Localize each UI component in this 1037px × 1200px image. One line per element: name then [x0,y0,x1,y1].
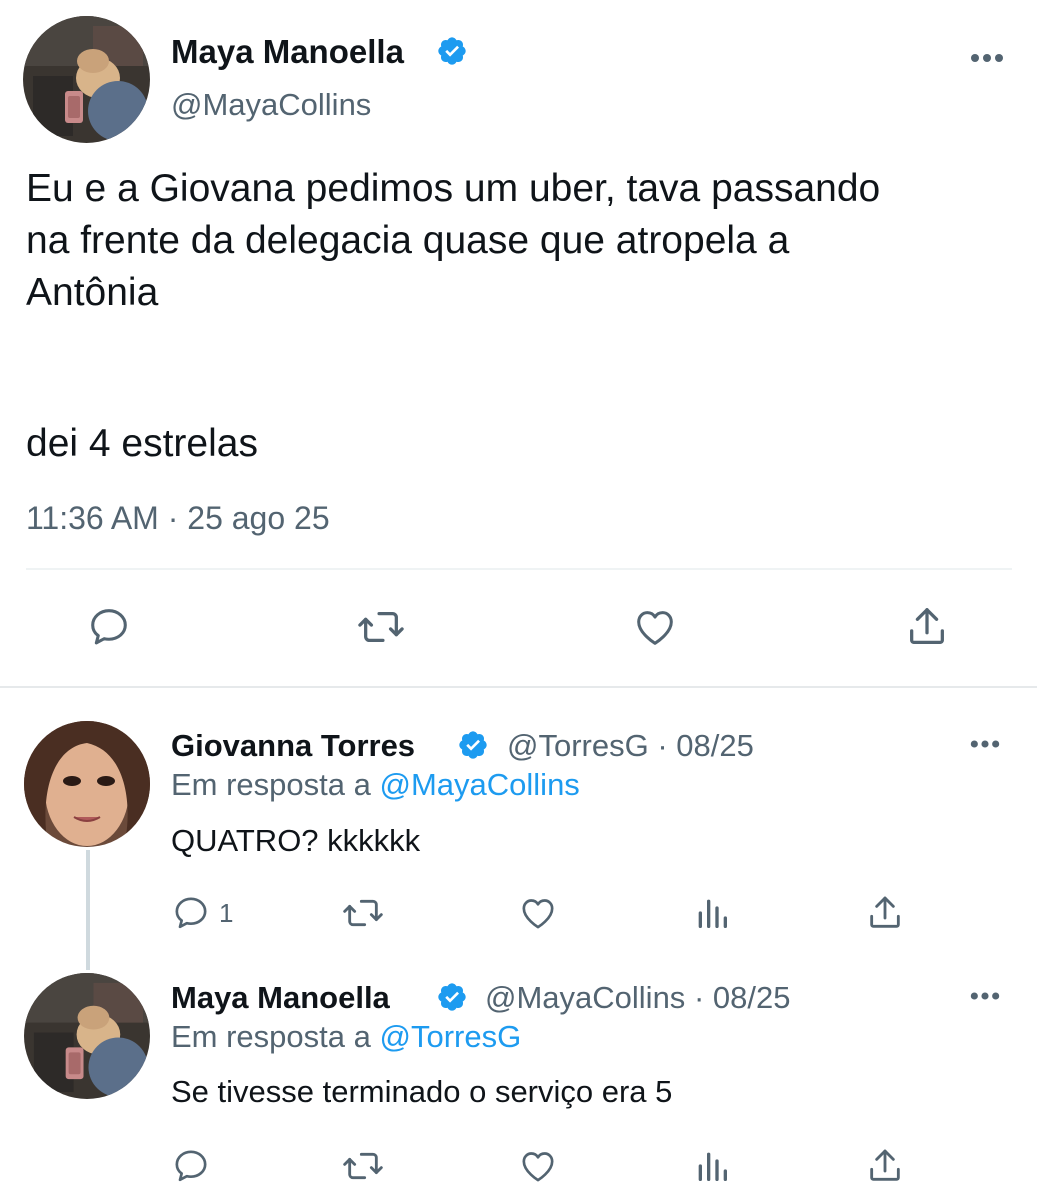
like-button[interactable] [518,1146,558,1186]
share-icon [865,893,905,933]
reply-context: Em resposta a @MayaCollins [171,767,580,803]
like-icon [518,893,558,933]
share-button[interactable] [865,893,905,933]
reply-prefix: Em resposta a [171,1019,371,1054]
retweet-button[interactable] [341,1146,385,1186]
more-options-icon[interactable] [969,989,1005,1001]
reply-mention[interactable]: @TorresG [380,1019,522,1054]
analytics-button[interactable] [692,893,732,933]
author-name[interactable]: Maya Manoella [171,980,390,1016]
share-button[interactable] [904,604,950,650]
tweet-text: Eu e a Giovana pedimos um uber, tava pas… [26,163,1026,319]
retweet-icon [341,1146,385,1186]
reply-date[interactable]: · 08/25 [657,728,754,763]
retweet-icon [341,893,385,933]
reply-date[interactable]: · 08/25 [694,980,791,1015]
reply-prefix: Em resposta a [171,767,371,802]
verified-badge-icon [457,729,489,766]
tweet-text-line: na frente da delegacia quase que atropel… [26,219,790,262]
main-tweet: Maya Manoella @MayaCollins Eu e a Giovan… [0,0,1037,688]
more-options-icon[interactable] [969,51,1005,63]
section-divider [0,686,1037,688]
like-icon [632,604,678,650]
like-icon [518,1146,558,1186]
reply-button[interactable] [171,1146,211,1186]
analytics-icon [692,893,732,933]
retweet-button[interactable] [341,893,385,933]
reply-button[interactable] [86,604,132,650]
analytics-button[interactable] [692,1146,732,1186]
author-name[interactable]: Maya Manoella [171,33,404,71]
avatar-giovanna[interactable] [24,721,150,847]
author-handle[interactable]: @MayaCollins [171,87,371,123]
reply-count: 1 [219,897,234,928]
reply-meta: @MayaCollins · 08/25 [485,980,790,1016]
like-button[interactable] [518,893,558,933]
tweet-text-line: Eu e a Giovana pedimos um uber, tava pas… [26,167,881,210]
analytics-icon [692,1146,732,1186]
author-handle[interactable]: @MayaCollins [485,980,685,1015]
reply-text: QUATRO? kkkkkk [171,823,421,858]
tweet-timestamp[interactable]: 11:36 AM · 25 ago 25 [26,500,330,537]
divider [26,568,1012,570]
share-button[interactable] [865,1146,905,1186]
tweet-text-line: Antônia [26,271,159,314]
reply-context: Em resposta a @TorresG [171,1019,521,1055]
verified-badge-icon [436,981,468,1018]
author-name[interactable]: Giovanna Torres [171,728,415,764]
verified-badge-icon [436,35,468,72]
reply-icon [171,893,211,933]
reply-meta: @TorresG · 08/25 [507,728,754,764]
reply-icon [86,604,132,650]
avatar-maya[interactable] [23,16,150,143]
reply-text: Se tivesse terminado o serviço era 5 [171,1074,673,1109]
reply-icon [171,1146,211,1186]
avatar-maya[interactable] [24,973,150,1099]
share-icon [904,604,950,650]
like-button[interactable] [632,604,678,650]
share-icon [865,1146,905,1186]
more-options-icon[interactable] [969,737,1005,749]
tweet-text-paragraph: dei 4 estrelas [26,422,258,465]
author-handle[interactable]: @TorresG [507,728,649,763]
thread-connector [86,850,90,970]
reply-button[interactable]: 1 [171,893,233,933]
retweet-icon [356,604,406,650]
reply-mention[interactable]: @MayaCollins [380,767,580,802]
retweet-button[interactable] [356,604,406,650]
